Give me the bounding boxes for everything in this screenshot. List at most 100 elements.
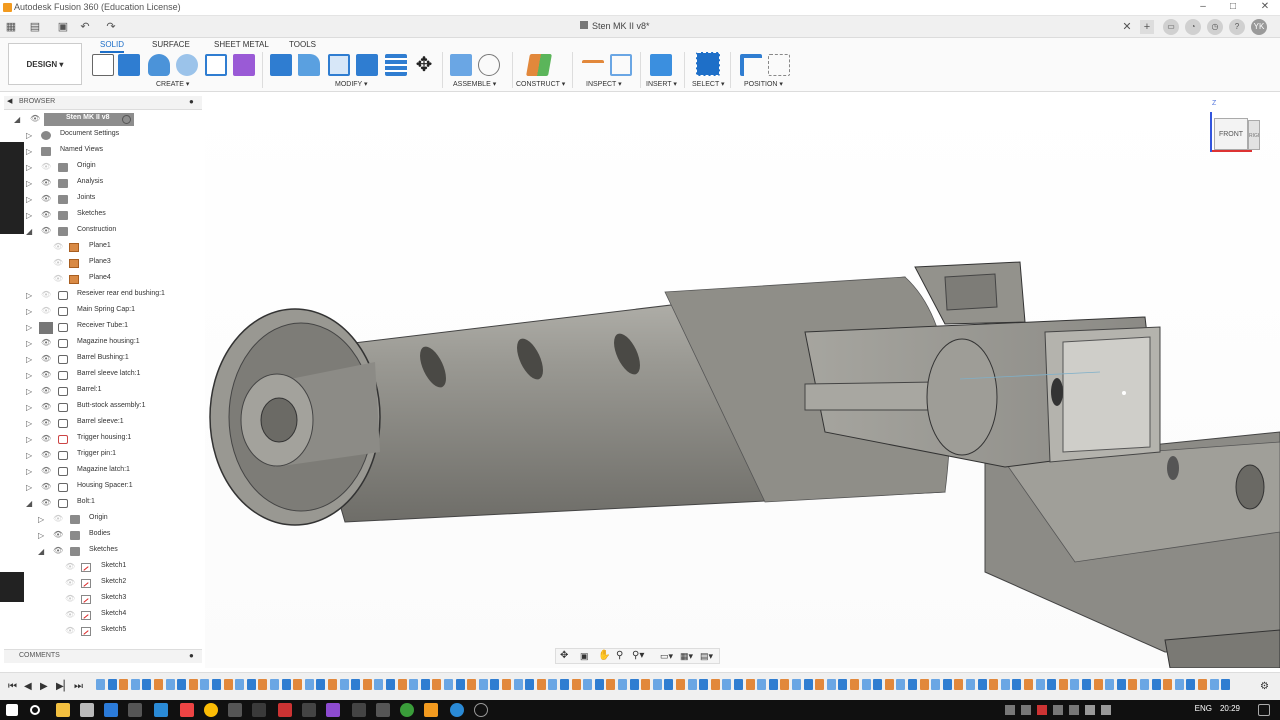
expand-icon[interactable]: ▷: [26, 435, 32, 444]
tree-item[interactable]: ▷ 👁 Reseiver rear end bushing:1: [0, 288, 200, 304]
expand-icon[interactable]: ▷: [26, 371, 32, 380]
timeline-feature-icon[interactable]: [304, 679, 314, 690]
mail-icon[interactable]: [104, 703, 118, 717]
tree-item[interactable]: ▷ 👁 Butt-stock assembly:1: [0, 400, 200, 416]
timeline-feature-icon[interactable]: [641, 679, 651, 690]
job-status-icon[interactable]: ▭: [1163, 19, 1179, 35]
shell-icon[interactable]: [328, 54, 350, 76]
go-to-end-icon[interactable]: ⏭: [74, 681, 83, 692]
timeline-feature-icon[interactable]: [606, 679, 616, 690]
create-menu[interactable]: CREATE ▾: [156, 80, 189, 88]
clock[interactable]: 20:29: [1220, 704, 1240, 713]
pattern-icon[interactable]: [205, 54, 227, 76]
tree-item[interactable]: ▷ Document Settings: [0, 128, 200, 144]
create-form-icon[interactable]: [233, 54, 255, 76]
timeline-feature-icon[interactable]: [1012, 679, 1022, 690]
timeline-feature-icon[interactable]: [235, 679, 245, 690]
tree-item[interactable]: ▷ 👁 Barrel:1: [0, 384, 200, 400]
notification-center-icon[interactable]: [1258, 704, 1270, 716]
undo-icon[interactable]: ↶: [78, 20, 92, 34]
app-grid-icon[interactable]: ▦: [4, 20, 18, 34]
visibility-eye-icon[interactable]: 👁: [65, 627, 75, 635]
grid-settings-icon[interactable]: ▦▾: [680, 651, 693, 662]
timeline-feature-icon[interactable]: [246, 679, 256, 690]
expand-icon[interactable]: ▷: [26, 419, 32, 428]
tree-item[interactable]: ◢ 👁 Sketches: [0, 544, 200, 560]
tree-item[interactable]: ▷ 👁 Barrel Bushing:1: [0, 352, 200, 368]
orbit-icon[interactable]: ✥: [560, 650, 568, 661]
timeline-feature-icon[interactable]: [792, 679, 801, 690]
fit-zoom-icon[interactable]: ⚲▾: [632, 650, 644, 661]
modify-menu[interactable]: MODIFY ▾: [335, 80, 368, 88]
timeline-feature-icon[interactable]: [1151, 679, 1161, 690]
select-menu[interactable]: SELECT ▾: [692, 80, 725, 88]
timeline-feature-icon[interactable]: [154, 679, 163, 690]
visibility-eye-icon[interactable]: 👁: [41, 371, 51, 379]
collapse-icon[interactable]: ◢: [14, 115, 20, 124]
view-cube-right[interactable]: RIGHT: [1248, 120, 1260, 150]
timeline-feature-icon[interactable]: [768, 679, 778, 690]
visibility-eye-icon[interactable]: 👁: [65, 595, 75, 603]
inspect-menu[interactable]: INSPECT ▾: [586, 80, 622, 88]
timeline-feature-icon[interactable]: [1035, 679, 1045, 690]
expand-icon[interactable]: ▷: [26, 403, 32, 412]
visibility-eye-icon[interactable]: 👁: [41, 291, 51, 299]
visibility-eye-icon[interactable]: 👁: [41, 163, 51, 171]
go-to-start-icon[interactable]: ⏮: [8, 681, 17, 692]
timeline-feature-icon[interactable]: [1186, 679, 1196, 690]
tree-item[interactable]: ▷ 👁 Bodies: [0, 528, 200, 544]
timeline-feature-icon[interactable]: [374, 679, 384, 690]
joint-icon[interactable]: [478, 54, 500, 76]
timeline-feature-icon[interactable]: [838, 679, 848, 690]
expand-icon[interactable]: ▷: [26, 211, 32, 220]
tab-sheet-metal[interactable]: SHEET METAL: [214, 40, 269, 49]
look-at-icon[interactable]: ▣: [580, 651, 589, 662]
assemble-menu[interactable]: ASSEMBLE ▾: [453, 80, 496, 88]
tree-item[interactable]: ▷ 👁 Origin: [0, 512, 200, 528]
timeline-feature-icon[interactable]: [710, 679, 720, 690]
timeline-feature-icon[interactable]: [351, 679, 361, 690]
timeline-feature-icon[interactable]: [815, 679, 825, 690]
split-body-icon[interactable]: [385, 54, 407, 76]
timeline-feature-icon[interactable]: [142, 679, 152, 690]
timeline-feature-icon[interactable]: [130, 679, 140, 690]
browser-header[interactable]: ◀ BROWSER ●: [4, 96, 202, 110]
timeline-feature-icon[interactable]: [467, 679, 477, 690]
timeline-feature-icon[interactable]: [409, 679, 419, 690]
tree-item[interactable]: ▷ 👁 Trigger housing:1: [0, 432, 200, 448]
timeline-feature-icon[interactable]: [734, 679, 743, 690]
tree-item[interactable]: ▷ 👁 Sketches: [0, 208, 200, 224]
browser-options-icon[interactable]: ●: [189, 97, 194, 106]
timeline-feature-icon[interactable]: [328, 679, 337, 690]
timeline-feature-icon[interactable]: [1140, 679, 1149, 690]
expand-icon[interactable]: ▷: [26, 451, 32, 460]
timeline-feature-icon[interactable]: [629, 679, 639, 690]
timeline-feature-icon[interactable]: [757, 679, 767, 690]
expand-icon[interactable]: ▷: [26, 307, 32, 316]
timeline-feature-icon[interactable]: [1093, 679, 1103, 690]
timeline-feature-icon[interactable]: [977, 679, 987, 690]
visibility-eye-icon[interactable]: 👁: [53, 243, 63, 251]
create-sketch-icon[interactable]: [92, 54, 114, 76]
expand-icon[interactable]: ▷: [26, 483, 32, 492]
activate-radio-icon[interactable]: [122, 115, 131, 124]
timeline-feature-icon[interactable]: [490, 679, 500, 690]
timeline-settings-icon[interactable]: ⚙: [1260, 681, 1269, 692]
timeline-feature-icon[interactable]: [188, 679, 198, 690]
timeline-feature-icon[interactable]: [1070, 679, 1080, 690]
select-icon[interactable]: [696, 52, 720, 76]
expand-icon[interactable]: ▷: [26, 147, 32, 156]
visibility-eye-icon[interactable]: 👁: [65, 563, 75, 571]
visibility-eye-icon[interactable]: 👁: [65, 611, 75, 619]
collapse-icon[interactable]: ◢: [26, 227, 32, 236]
timeline-feature-icon[interactable]: [223, 679, 233, 690]
tree-item[interactable]: ▷ 👁 Joints: [0, 192, 200, 208]
timeline-feature-icon[interactable]: [1163, 679, 1173, 690]
visibility-eye-icon[interactable]: 👁: [41, 483, 51, 491]
insert-image-icon[interactable]: [650, 54, 672, 76]
app-icon[interactable]: [326, 703, 340, 717]
app-icon[interactable]: [128, 703, 142, 717]
visibility-eye-icon[interactable]: 👁: [53, 515, 63, 523]
timeline-feature-icon[interactable]: [96, 679, 105, 690]
expand-icon[interactable]: ▷: [26, 355, 32, 364]
